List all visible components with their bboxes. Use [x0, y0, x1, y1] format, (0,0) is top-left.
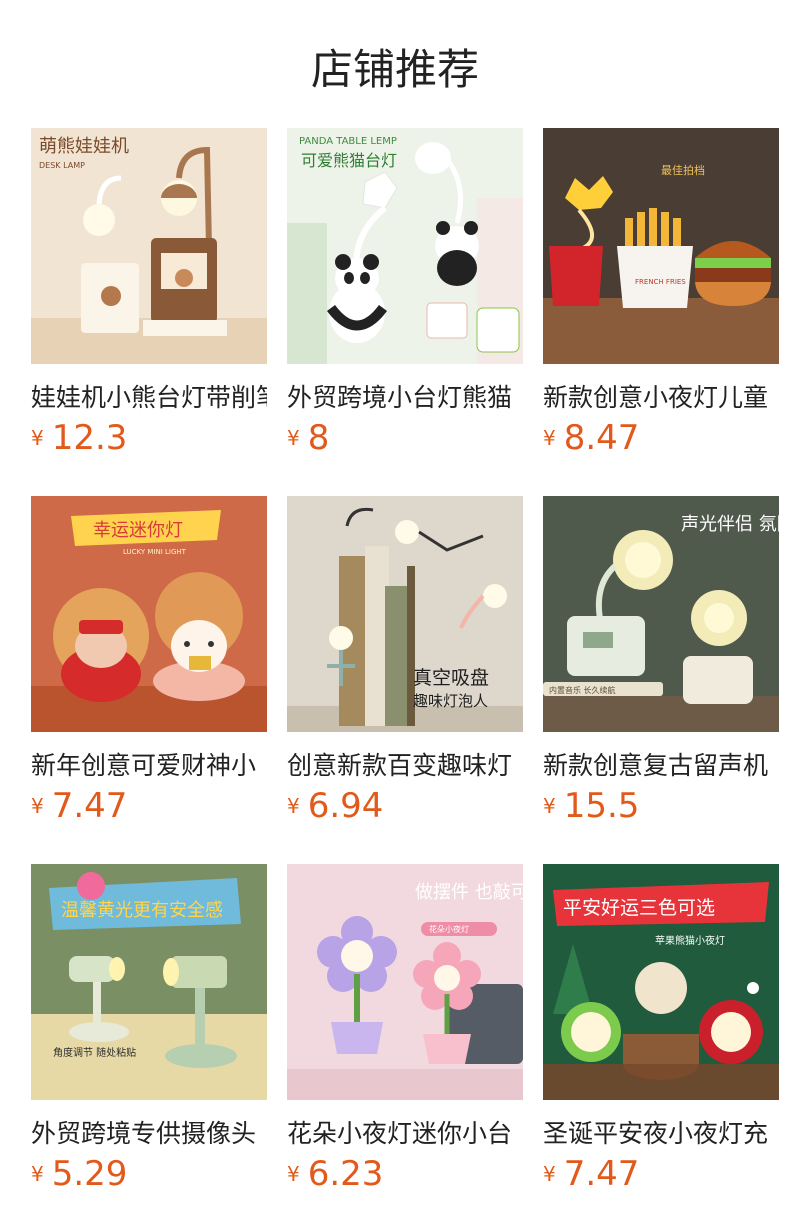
- price-value: 15.5: [563, 786, 640, 826]
- image-caption: 声光伴侣 氛围营造: [681, 514, 779, 535]
- product-image[interactable]: 温馨黄光更有安全感 角度调节 随处粘贴: [31, 864, 267, 1100]
- product-image[interactable]: 最佳拍档 FRENCH FRIES: [543, 128, 779, 364]
- product-name[interactable]: 创意新款百变趣味灯: [287, 746, 523, 782]
- price-value: 6.23: [307, 1154, 384, 1194]
- page-title: 店铺推荐: [310, 45, 479, 94]
- image-caption: 真空吸盘: [413, 667, 489, 689]
- product-image[interactable]: 萌熊娃娃机 DESK LAMP: [31, 128, 267, 364]
- currency-symbol: ¥: [543, 794, 556, 818]
- product-price: ¥7.47: [31, 786, 267, 830]
- svg-text:PANDA TABLE LEMP: PANDA TABLE LEMP: [299, 136, 397, 147]
- svg-text:趣味灯泡人: 趣味灯泡人: [413, 692, 488, 710]
- product-name[interactable]: 新年创意可爱财神小: [31, 746, 267, 782]
- image-caption: 可爱熊猫台灯: [301, 151, 397, 170]
- product-image[interactable]: 真空吸盘 趣味灯泡人: [287, 496, 523, 732]
- product-name[interactable]: 外贸跨境专供摄像头: [31, 1114, 267, 1150]
- header: 店铺推荐: [0, 0, 790, 128]
- svg-text:DESK LAMP: DESK LAMP: [39, 161, 85, 170]
- price-value: 7.47: [563, 1154, 640, 1194]
- product-name[interactable]: 新款创意复古留声机: [543, 746, 779, 782]
- price-value: 8.47: [563, 418, 640, 458]
- currency-symbol: ¥: [31, 426, 44, 450]
- product-name[interactable]: 外贸跨境小台灯熊猫: [287, 378, 523, 414]
- currency-symbol: ¥: [31, 794, 44, 818]
- product-name[interactable]: 花朵小夜灯迷你小台: [287, 1114, 523, 1150]
- price-value: 12.3: [51, 418, 128, 458]
- product-image[interactable]: 声光伴侣 氛围营造 内置音乐 长久续航: [543, 496, 779, 732]
- product-image[interactable]: 平安好运三色可选 苹果熊猫小夜灯: [543, 864, 779, 1100]
- image-caption: 最佳拍档: [661, 163, 705, 177]
- price-value: 8: [307, 418, 330, 458]
- price-value: 5.29: [51, 1154, 128, 1194]
- currency-symbol: ¥: [543, 426, 556, 450]
- image-caption: 平安好运三色可选: [563, 897, 715, 919]
- product-image[interactable]: 幸运迷你灯 LUCKY MINI LIGHT: [31, 496, 267, 732]
- svg-text:LUCKY MINI LIGHT: LUCKY MINI LIGHT: [123, 548, 187, 556]
- image-caption: 做摆件 也敲可爱: [415, 882, 523, 903]
- product-image[interactable]: PANDA TABLE LEMP 可爱熊猫台灯: [287, 128, 523, 364]
- product-name[interactable]: 圣诞平安夜小夜灯充: [543, 1114, 779, 1150]
- currency-symbol: ¥: [31, 1162, 44, 1186]
- product-price: ¥15.5: [543, 786, 779, 830]
- price-value: 7.47: [51, 786, 128, 826]
- image-caption: 温馨黄光更有安全感: [61, 900, 223, 921]
- price-value: 6.94: [307, 786, 384, 826]
- svg-text:角度调节 随处粘贴: 角度调节 随处粘贴: [53, 1046, 136, 1059]
- product-image[interactable]: 做摆件 也敲可爱 花朵小夜灯: [287, 864, 523, 1100]
- product-price: ¥5.29: [31, 1154, 267, 1198]
- svg-text:花朵小夜灯: 花朵小夜灯: [429, 924, 469, 934]
- currency-symbol: ¥: [287, 426, 300, 450]
- image-caption: 萌熊娃娃机: [39, 136, 129, 157]
- product-name[interactable]: 娃娃机小熊台灯带削笔: [31, 378, 267, 414]
- currency-symbol: ¥: [287, 794, 300, 818]
- currency-symbol: ¥: [543, 1162, 556, 1186]
- product-price: ¥6.23: [287, 1154, 523, 1198]
- product-price: ¥12.3: [31, 418, 267, 462]
- svg-text:苹果熊猫小夜灯: 苹果熊猫小夜灯: [655, 934, 725, 947]
- product-price: ¥8: [287, 418, 523, 462]
- product-name[interactable]: 新款创意小夜灯儿童: [543, 378, 779, 414]
- currency-symbol: ¥: [287, 1162, 300, 1186]
- product-price: ¥8.47: [543, 418, 779, 462]
- product-price: ¥6.94: [287, 786, 523, 830]
- svg-text:FRENCH FRIES: FRENCH FRIES: [635, 278, 686, 286]
- product-price: ¥7.47: [543, 1154, 779, 1198]
- image-caption: 幸运迷你灯: [93, 520, 183, 541]
- svg-text:内置音乐 长久续航: 内置音乐 长久续航: [549, 685, 616, 695]
